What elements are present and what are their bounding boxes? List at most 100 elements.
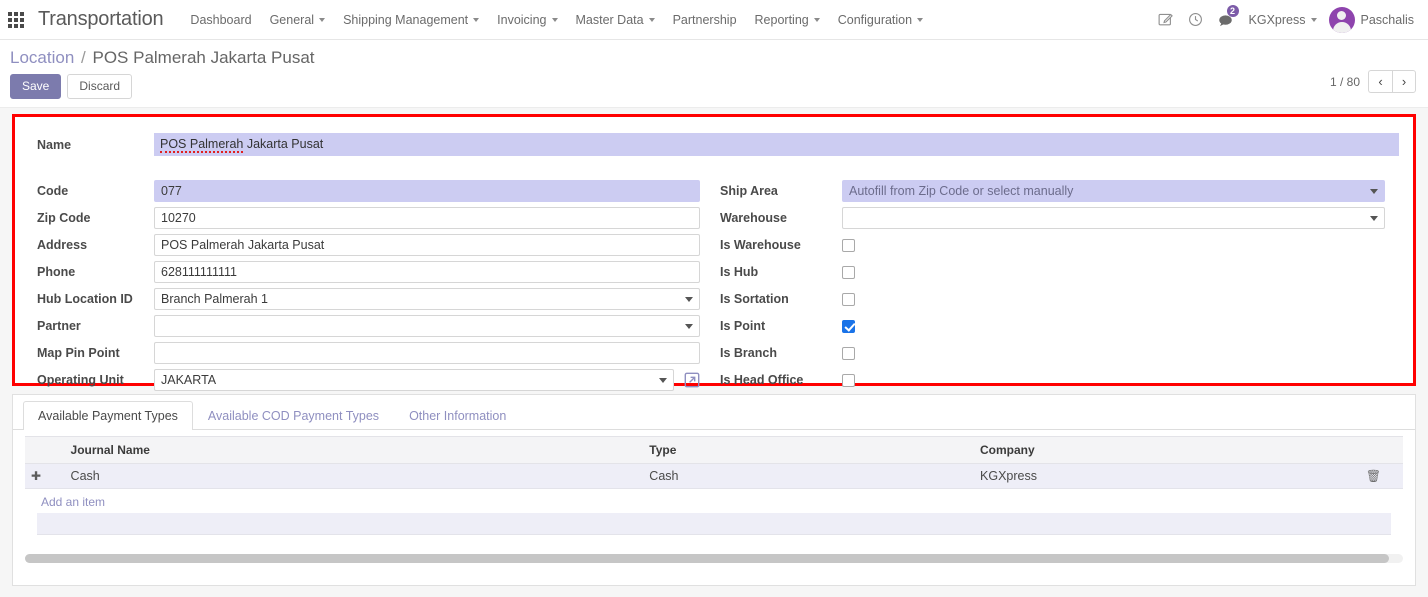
field-row-address: Address POS Palmerah Jakarta Pusat [29,232,700,258]
zip-code-input[interactable]: 10270 [154,207,700,229]
field-control-code: 077 [154,180,700,202]
is-hub-checkbox[interactable] [842,265,855,279]
field-control-phone: 628111111111 [154,261,700,283]
chevron-down-icon [917,17,924,22]
is-sortation-checkbox[interactable] [842,292,855,306]
menu-item-invoicing[interactable]: Invoicing [488,9,566,31]
tab-available-cod-payment-types[interactable]: Available COD Payment Types [193,401,394,430]
user-menu[interactable]: Paschalis [1361,13,1419,27]
form-action-buttons: Save Discard [10,74,1330,99]
apps-grid-icon[interactable] [8,11,24,28]
form-sheet: Name POS Palmerah Jakarta Pusat Code 077… [12,114,1416,391]
table-header-row: Journal Name Type Company [25,436,1403,464]
field-name-row: Name POS Palmerah Jakarta Pusat [29,133,1399,156]
partner-select[interactable] [154,315,700,337]
field-label-code: Code [37,184,69,198]
notebook-tabs: Available Payment Types Available COD Pa… [13,395,1415,430]
field-label-is-sortation: Is Sortation [720,292,789,306]
is-point-checkbox[interactable] [842,319,855,333]
ship-area-select-wrap: Autofill from Zip Code or select manuall… [842,180,1385,202]
chat-bubble-icon[interactable]: 2 [1211,4,1241,35]
field-row-is-branch: Is Branch [714,340,1385,366]
field-control-warehouse [842,207,1385,229]
field-row-is-warehouse: Is Warehouse [714,232,1385,258]
company-switcher[interactable]: KGXpress [1241,9,1325,31]
chevron-right-icon[interactable]: › [1392,70,1416,93]
field-row-phone: Phone 628111111111 [29,259,700,285]
menu-item-general[interactable]: General [261,9,334,31]
app-brand-title[interactable]: Transportation [38,8,164,31]
table-header-company[interactable]: Company [974,436,1360,464]
field-control-address: POS Palmerah Jakarta Pusat [154,234,700,256]
field-label-is-head-office: Is Head Office [720,373,804,387]
menu-label: Invoicing [497,12,547,27]
chevron-left-icon[interactable]: ‹ [1368,70,1392,93]
save-button[interactable]: Save [10,74,62,99]
field-label-ship-area: Ship Area [720,184,778,198]
breadcrumb-root[interactable]: Location [10,48,74,67]
name-input[interactable]: POS Palmerah Jakarta Pusat [154,133,1399,156]
field-control-is-head-office [842,373,1385,387]
field-row-map-pin-point: Map Pin Point [29,340,700,366]
sheet-container: Name POS Palmerah Jakarta Pusat Code 077… [0,108,1428,597]
warehouse-select[interactable] [842,207,1385,229]
chevron-down-icon [319,17,326,22]
code-input[interactable]: 077 [154,180,700,202]
avatar[interactable] [1328,6,1355,33]
add-an-item-link[interactable]: Add an item [25,489,111,513]
field-row-warehouse: Warehouse [714,205,1385,231]
empty-row-placeholder[interactable] [37,513,1391,535]
field-control-is-point [842,319,1385,333]
is-head-office-checkbox[interactable] [842,373,855,387]
tab-available-payment-types[interactable]: Available Payment Types [23,401,193,430]
phone-input[interactable]: 628111111111 [154,261,700,283]
table-header-actions [1359,436,1403,464]
edit-icon[interactable] [1151,5,1181,35]
field-row-ship-area: Ship Area Autofill from Zip Code or sele… [714,178,1385,204]
menu-item-partnership[interactable]: Partnership [664,9,746,31]
table-header-type[interactable]: Type [643,436,975,464]
address-input[interactable]: POS Palmerah Jakarta Pusat [154,234,700,256]
ship-area-select[interactable]: Autofill from Zip Code or select manuall… [842,180,1385,202]
row-delete-cell: 🗑 [1359,463,1403,489]
menu-label: General [269,12,315,27]
operating-unit-select-wrap: JAKARTA [154,369,674,391]
menu-item-configuration[interactable]: Configuration [829,9,932,31]
breadcrumb: Location / POS Palmerah Jakarta Pusat [10,48,1330,68]
menu-item-master-data[interactable]: Master Data [567,9,664,31]
clock-icon[interactable] [1181,5,1211,35]
field-row-code: Code 077 [29,178,700,204]
field-row-zip-code: Zip Code 10270 [29,205,700,231]
map-pin-point-input[interactable] [154,342,700,364]
external-link-icon[interactable] [684,372,700,388]
chevron-down-icon [551,17,558,22]
table-header-journal-name[interactable]: Journal Name [64,436,644,464]
menu-item-dashboard[interactable]: Dashboard [181,9,260,31]
control-panel: Location / POS Palmerah Jakarta Pusat Sa… [0,40,1428,108]
field-label-is-warehouse: Is Warehouse [720,238,801,252]
menu-item-shipping-management[interactable]: Shipping Management [334,9,488,31]
field-control-operating-unit: JAKARTA [154,369,700,391]
is-branch-checkbox[interactable] [842,346,855,360]
menu-item-reporting[interactable]: Reporting [746,9,829,31]
operating-unit-select[interactable]: JAKARTA [154,369,674,391]
chevron-down-icon [813,17,820,22]
is-warehouse-checkbox[interactable] [842,238,855,252]
hub-location-id-select[interactable]: Branch Palmerah 1 [154,288,700,310]
field-row-partner: Partner [29,313,700,339]
horizontal-scrollbar[interactable] [25,554,1403,563]
field-label-address: Address [37,238,88,252]
top-navbar: Transportation Dashboard General Shippin… [0,0,1428,40]
scrollbar-thumb[interactable] [25,554,1390,563]
table-row[interactable]: ✚ Cash Cash KGXpress 🗑 [25,463,1403,489]
tab-other-information[interactable]: Other Information [394,401,521,430]
field-row-hub-location-id: Hub Location ID Branch Palmerah 1 [29,286,700,312]
cell-company[interactable]: KGXpress [974,463,1360,489]
trash-icon[interactable]: 🗑 [1366,469,1381,483]
discard-button[interactable]: Discard [67,74,133,99]
drag-handle-icon[interactable]: ✚ [31,469,41,483]
cell-journal-name[interactable]: Cash [64,463,644,489]
field-label-is-point: Is Point [720,319,766,333]
cell-type[interactable]: Cash [643,463,975,489]
form-column-left: Code 077 Zip Code 10270 Address POS Palm… [29,178,714,394]
